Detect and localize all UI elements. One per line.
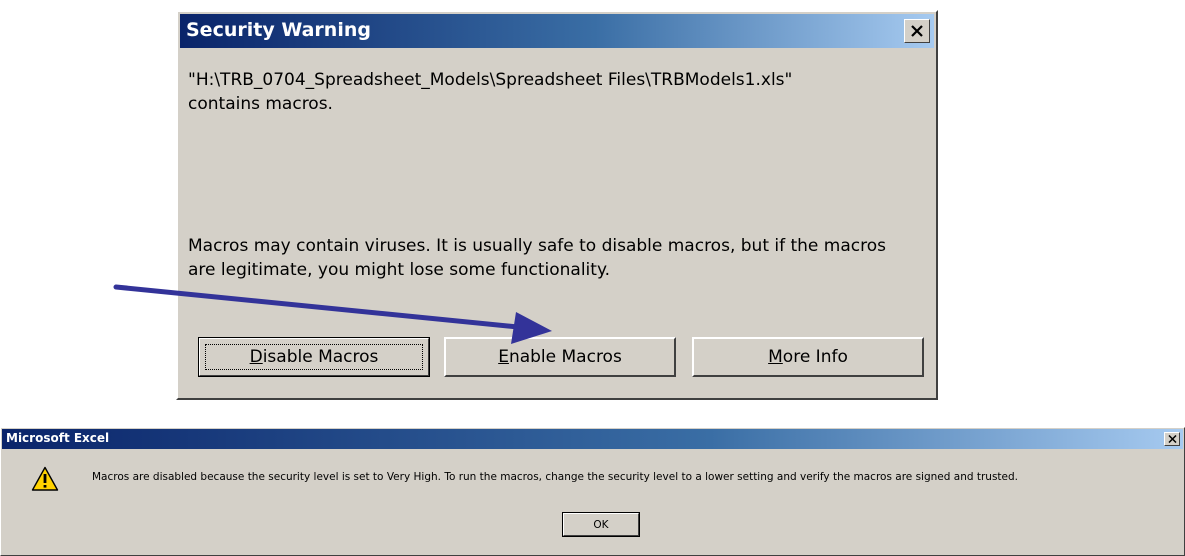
file-path-message: "H:\TRB_0704_Spreadsheet_Models\Spreadsh… [188,68,918,116]
macro-warning-text: Macros may contain viruses. It is usuall… [188,236,886,280]
file-path-text: "H:\TRB_0704_Spreadsheet_Models\Spreadsh… [188,70,793,90]
button-label: Enable Macros [498,347,622,367]
disable-macros-button[interactable]: Disable Macros [198,337,430,377]
close-button[interactable] [1164,432,1180,446]
close-icon [911,25,923,37]
button-label: More Info [768,347,848,367]
contains-macros-text: contains macros. [188,94,333,114]
security-warning-dialog: Security Warning "H:\TRB_0704_Spreadshee… [176,10,938,400]
enable-macros-button[interactable]: Enable Macros [444,337,676,377]
dialog-title: Security Warning [186,19,371,41]
excel-dialog: Microsoft Excel Macros are disabled beca… [0,427,1185,556]
close-button[interactable] [904,19,930,43]
security-warning-titlebar[interactable]: Security Warning [180,14,934,48]
dialog-title: Microsoft Excel [6,431,110,445]
ok-button[interactable]: OK [562,512,640,537]
excel-message: Macros are disabled because the security… [92,471,1018,483]
more-info-button[interactable]: More Info [692,337,924,377]
focus-ring [205,344,423,370]
excel-titlebar[interactable]: Microsoft Excel [2,429,1183,449]
warning-icon [31,466,59,491]
close-icon [1167,435,1177,443]
